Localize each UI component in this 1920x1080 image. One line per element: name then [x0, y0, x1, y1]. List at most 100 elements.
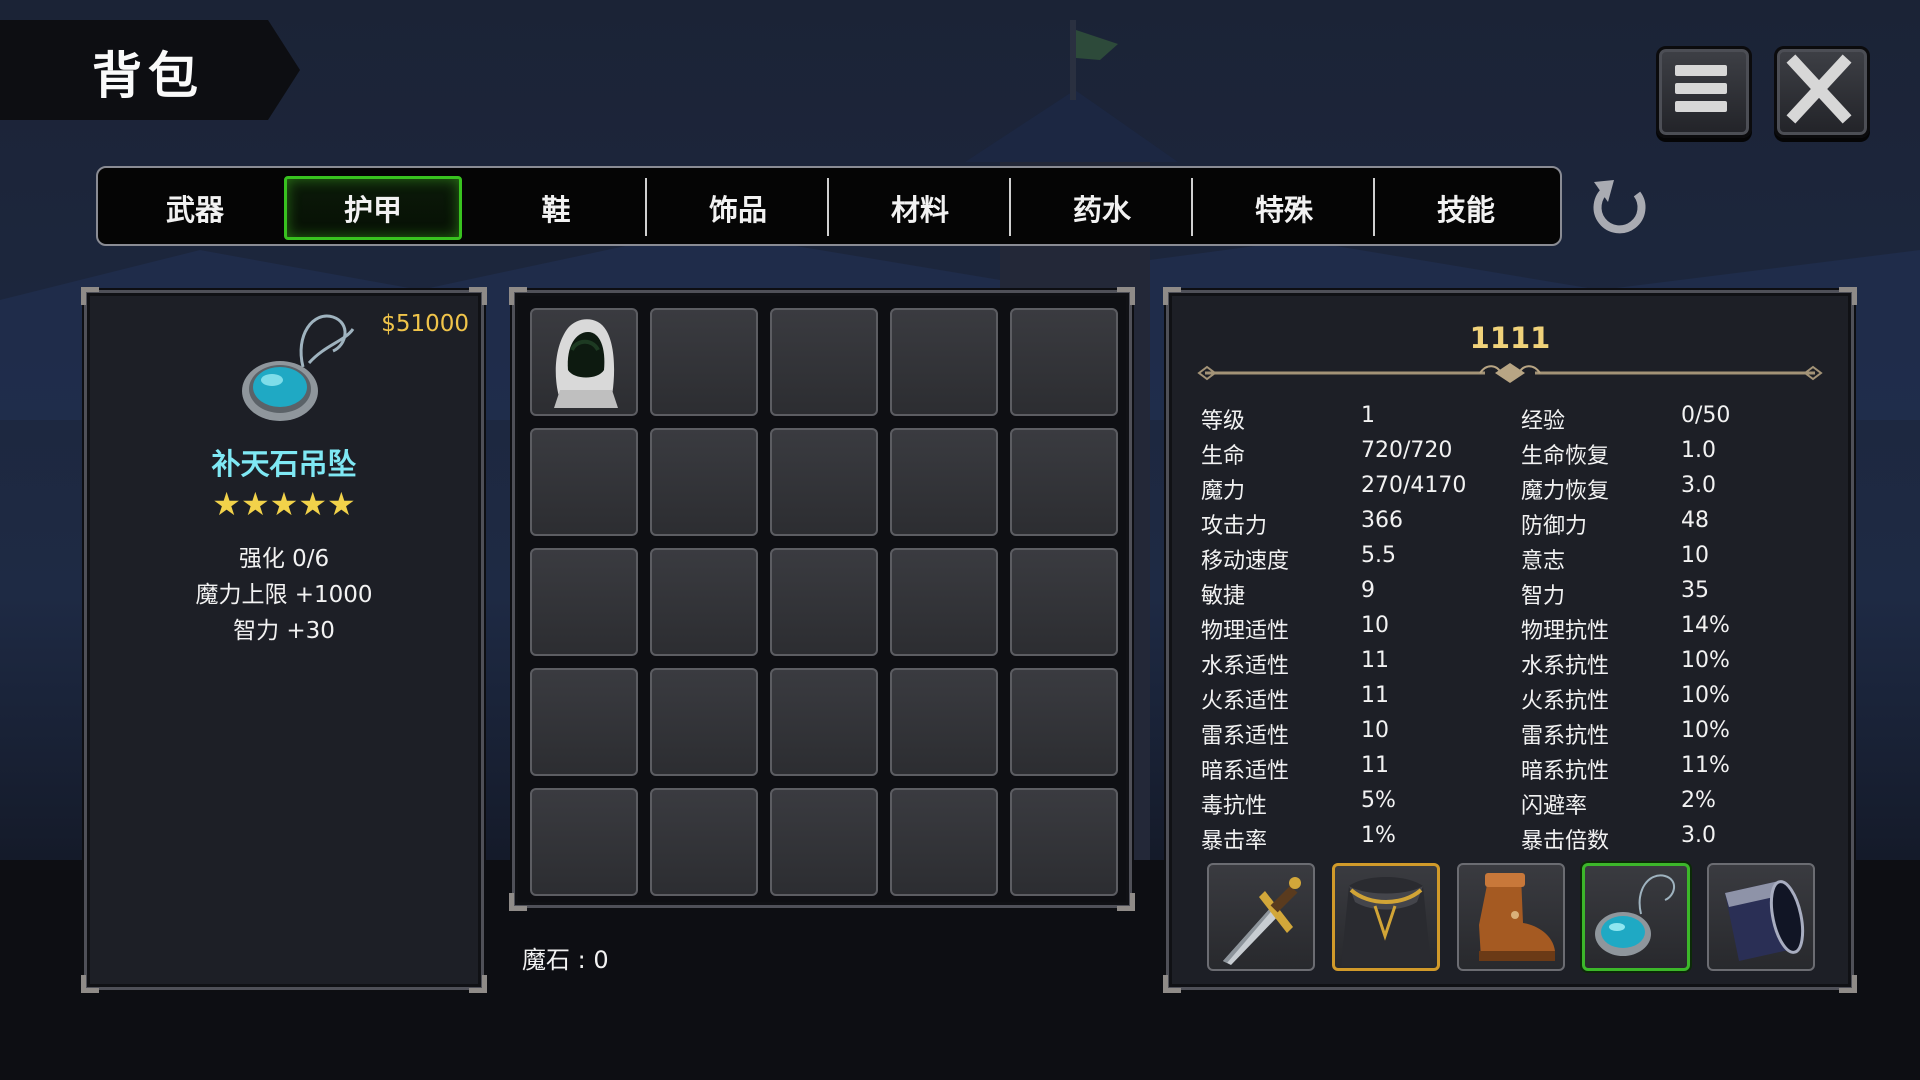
equip-slot-special[interactable] [1707, 863, 1815, 971]
tab-separator [645, 178, 647, 236]
panel-corner [509, 287, 527, 305]
hamburger-icon [1675, 65, 1727, 112]
stat-value: 48 [1681, 508, 1709, 533]
stat-label: 暗系抗性 [1521, 759, 1610, 784]
inventory-slot[interactable] [650, 308, 758, 416]
inventory-slot[interactable] [770, 428, 878, 536]
stat-label: 经验 [1521, 409, 1566, 434]
panel-corner [1117, 287, 1135, 305]
inventory-panel [509, 287, 1135, 911]
stat-value: 0/50 [1681, 403, 1731, 428]
inventory-slot[interactable] [1010, 548, 1118, 656]
stat-value: 11% [1681, 753, 1730, 778]
stat-value: 270/4170 [1361, 473, 1467, 498]
stat-label: 物理抗性 [1521, 619, 1610, 644]
stat-value: 1% [1361, 823, 1396, 848]
tab-armor[interactable]: 护甲 [284, 176, 462, 240]
stat-value: 14% [1681, 613, 1730, 638]
inventory-slot[interactable] [770, 548, 878, 656]
stat-label: 火系适性 [1201, 689, 1290, 714]
equip-slot-weapon[interactable] [1207, 863, 1315, 971]
tab-separator [1009, 178, 1011, 236]
stat-value: 1 [1361, 403, 1375, 428]
magic-stone-count: 魔石 : 0 [522, 946, 609, 974]
item-price: $51000 [381, 311, 469, 337]
dark-cloak-armor-icon [1341, 877, 1431, 966]
inventory-slot[interactable] [530, 668, 638, 776]
tab-separator [1191, 178, 1193, 236]
inventory-slot[interactable] [890, 788, 998, 896]
stat-value: 10% [1681, 718, 1730, 743]
panel-corner [469, 287, 487, 305]
stat-label: 水系适性 [1201, 654, 1290, 679]
tab-separator [1373, 178, 1375, 236]
stat-label: 物理适性 [1201, 619, 1290, 644]
stat-label: 暴击倍数 [1521, 829, 1610, 854]
stat-label: 生命 [1201, 444, 1246, 469]
inventory-slot[interactable] [890, 308, 998, 416]
inventory-slot[interactable] [890, 668, 998, 776]
inventory-slot[interactable] [890, 548, 998, 656]
inventory-slot[interactable] [770, 668, 878, 776]
refresh-icon [1593, 180, 1646, 234]
refresh-button[interactable] [1586, 172, 1656, 242]
stat-label: 暴击率 [1201, 829, 1268, 854]
stat-label: 防御力 [1521, 514, 1588, 539]
panel-corner [1163, 975, 1181, 993]
inventory-slot[interactable] [770, 788, 878, 896]
stat-label: 生命恢复 [1521, 444, 1610, 469]
stat-label: 魔力恢复 [1521, 479, 1610, 504]
inventory-slot[interactable] [650, 548, 758, 656]
dagger-icon [1223, 877, 1301, 965]
equip-slot-shoes[interactable] [1457, 863, 1565, 971]
stat-value: 10 [1361, 613, 1389, 638]
panel-corner [81, 975, 99, 993]
equip-slot-accessory[interactable] [1582, 863, 1690, 971]
inventory-slot[interactable] [650, 668, 758, 776]
panel-corner [1163, 287, 1181, 305]
inventory-slot[interactable] [530, 788, 638, 896]
stat-label: 攻击力 [1201, 514, 1268, 539]
stat-label: 火系抗性 [1521, 689, 1610, 714]
tab-materials[interactable]: 材料 [831, 176, 1009, 240]
inventory-slot[interactable] [1010, 428, 1118, 536]
panel-corner [509, 893, 527, 911]
item-stat-bonus: 魔力上限 +1000 [195, 582, 373, 608]
stat-value: 11 [1361, 648, 1389, 673]
stat-label: 闪避率 [1521, 794, 1588, 819]
stat-value: 5.5 [1361, 543, 1396, 568]
stat-value: 11 [1361, 683, 1389, 708]
character-name: 1111 [1469, 321, 1551, 355]
stat-label: 毒抗性 [1201, 794, 1268, 819]
equip-slot-armor[interactable] [1332, 863, 1440, 971]
tab-accessory[interactable]: 饰品 [649, 176, 827, 240]
item-detail-panel: $51000 补天石吊坠 ★★★★★ 强化 0/6 魔力上限 +1000 智力 … [81, 287, 487, 993]
ornamental-divider [1197, 363, 1823, 383]
stat-value: 9 [1361, 578, 1375, 603]
dark-scroll-icon [1725, 880, 1805, 961]
tab-shoes[interactable]: 鞋 [467, 176, 645, 240]
inventory-grid [530, 308, 1118, 896]
inventory-slot[interactable] [650, 428, 758, 536]
inventory-slot[interactable] [650, 788, 758, 896]
stat-label: 移动速度 [1201, 549, 1290, 574]
inventory-slot[interactable] [530, 428, 638, 536]
inventory-slot[interactable] [1010, 668, 1118, 776]
stat-label: 意志 [1521, 549, 1566, 574]
item-enhance-level: 强化 0/6 [238, 546, 330, 572]
tab-weapon[interactable]: 武器 [106, 176, 284, 240]
stat-label: 魔力 [1201, 479, 1246, 504]
tab-potions[interactable]: 药水 [1013, 176, 1191, 240]
inventory-slot[interactable] [530, 308, 638, 416]
inventory-slot[interactable] [890, 428, 998, 536]
stat-value: 10 [1681, 543, 1709, 568]
menu-button[interactable] [1656, 46, 1752, 138]
tab-skills[interactable]: 技能 [1377, 176, 1555, 240]
item-name: 补天石吊坠 [211, 447, 357, 481]
inventory-slot[interactable] [530, 548, 638, 656]
inventory-slot[interactable] [770, 308, 878, 416]
inventory-slot[interactable] [1010, 308, 1118, 416]
tab-special[interactable]: 特殊 [1195, 176, 1373, 240]
close-button[interactable] [1774, 46, 1870, 138]
inventory-slot[interactable] [1010, 788, 1118, 896]
